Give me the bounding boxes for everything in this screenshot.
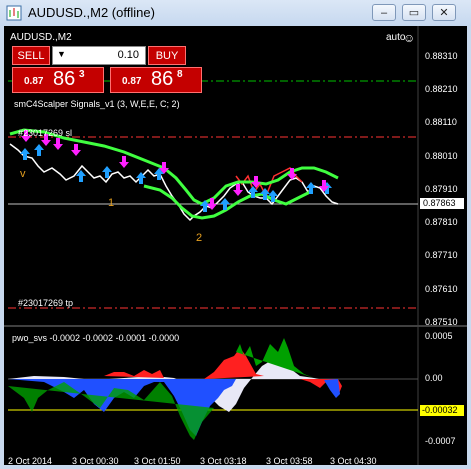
buy-price-button[interactable]: 0.87 86 8 (110, 67, 202, 93)
pwo-histogram (8, 338, 342, 440)
lot-dropdown-icon[interactable]: ▼ (57, 49, 66, 59)
lot-size-value: 0.10 (117, 49, 139, 61)
pwo-axis-tick: 0.00 (425, 373, 443, 383)
buy-price-big: 86 (151, 68, 174, 90)
time-axis-tick: 3 Oct 00:30 (72, 456, 119, 466)
lot-size-input[interactable]: ▼ 0.10 (52, 46, 146, 65)
time-axis-tick: 2 Oct 2014 (8, 456, 53, 466)
price-bars (9, 143, 339, 222)
sell-price-button[interactable]: 0.87 86 3 (12, 67, 104, 93)
buy-price-sup: 8 (177, 69, 183, 80)
chart-symbol-label: AUDUSD.,M2 (10, 32, 72, 43)
minimize-button[interactable]: – (372, 4, 396, 21)
sell-price-big: 86 (53, 68, 76, 90)
order-sl-label: #23017269 sl (18, 128, 73, 138)
time-axis-tick: 3 Oct 01:50 (134, 456, 181, 466)
window-title: AUDUSD.,M2 (offline) (28, 5, 155, 20)
wave-label-v: v (20, 168, 26, 180)
price-axis-tick: 0.87510 (425, 317, 458, 327)
sell-price-prefix: 0.87 (24, 76, 44, 87)
wave-label-2: 2 (196, 232, 203, 244)
indicator-label: smC4Scalper Signals_v1 (3, W,E,E, C; 2) (14, 99, 180, 109)
close-button[interactable]: ✕ (432, 4, 456, 21)
restore-button[interactable]: ▭ (402, 4, 426, 21)
order-tp-label: #23017269 tp (18, 298, 74, 308)
price-axis-tick: 0.88210 (425, 84, 458, 94)
sell-button[interactable]: SELL (12, 46, 50, 65)
sell-price-sup: 3 (79, 69, 85, 80)
pwo-axis-tick: -0.0007 (425, 436, 456, 446)
time-axis-tick: 3 Oct 03:58 (266, 456, 313, 466)
bid-price-tag: 0.87863 (420, 198, 464, 209)
one-click-trading-panel: SELL ▼ 0.10 BUY 0.87 86 3 0.87 86 8 (12, 46, 210, 93)
price-axis-tick: 0.87710 (425, 250, 458, 260)
price-axis-tick: 0.88010 (425, 151, 458, 161)
window-titlebar[interactable]: AUDUSD.,M2 (offline) – ▭ ✕ (0, 0, 471, 26)
price-axis-tick: 0.87910 (425, 184, 458, 194)
sell-arrows (21, 130, 329, 210)
buy-price-prefix: 0.87 (122, 76, 142, 87)
pwo-axis-tick: 0.0005 (425, 331, 453, 341)
expert-smiley-icon: ☺ (403, 31, 416, 45)
time-axis-tick: 3 Oct 04:30 (330, 456, 377, 466)
chart-app-icon (6, 5, 22, 21)
wave-label-1: 1 (108, 197, 115, 209)
pwo-value-tag: -0.00032 (420, 405, 464, 416)
price-axis-tick: 0.88310 (425, 51, 458, 61)
buy-button[interactable]: BUY (148, 46, 186, 65)
time-axis-tick: 3 Oct 03:18 (200, 456, 247, 466)
price-axis-tick: 0.87610 (425, 284, 458, 294)
pwo-indicator-label: pwo_svs -0.0002 -0.0002 -0.0001 -0.0000 (12, 333, 180, 343)
price-axis-tick: 0.87810 (425, 217, 458, 227)
price-axis-tick: 0.88110 (425, 117, 457, 127)
